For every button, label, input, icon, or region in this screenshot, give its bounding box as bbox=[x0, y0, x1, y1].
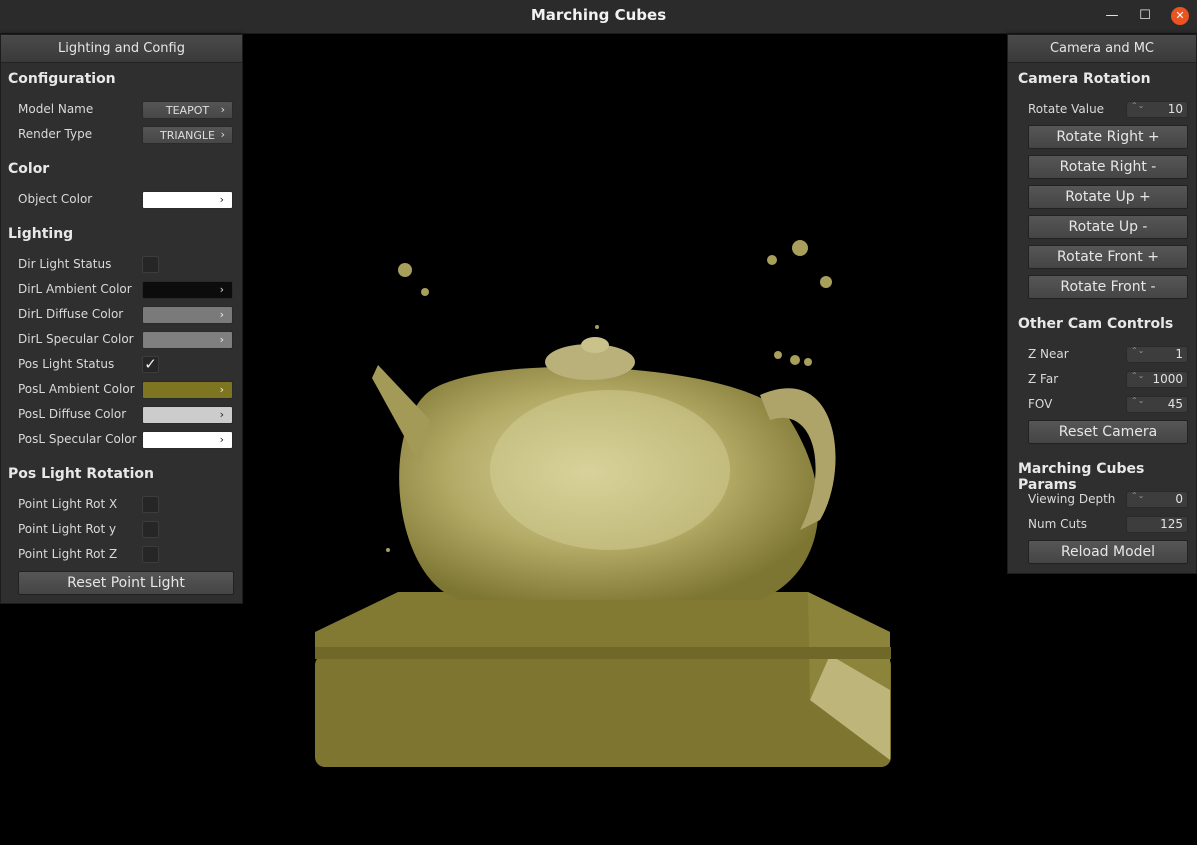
object-color-swatch[interactable]: › bbox=[142, 191, 233, 209]
rotate-front-plus-button[interactable]: Rotate Front + bbox=[1028, 245, 1188, 269]
model-name-label: Model Name bbox=[18, 102, 94, 116]
render-type-label: Render Type bbox=[18, 127, 93, 141]
reset-camera-button[interactable]: Reset Camera bbox=[1028, 420, 1188, 444]
dirl-diffuse-label: DirL Diffuse Color bbox=[18, 307, 124, 321]
spinner-arrows-icon[interactable]: ⌃⌄ bbox=[1131, 372, 1144, 380]
posl-ambient-label: PosL Ambient Color bbox=[18, 382, 135, 396]
posl-diffuse-swatch[interactable]: › bbox=[142, 406, 233, 424]
z-far-label: Z Far bbox=[1028, 372, 1059, 386]
spinner-arrows-icon[interactable]: ⌃⌄ bbox=[1131, 397, 1144, 405]
maximize-icon[interactable]: ☐ bbox=[1137, 8, 1153, 24]
panel-header[interactable]: Lighting and Config bbox=[1, 35, 242, 63]
teapot bbox=[372, 337, 836, 600]
dirl-specular-swatch[interactable]: › bbox=[142, 331, 233, 349]
dirl-ambient-label: DirL Ambient Color bbox=[18, 282, 132, 296]
viewing-depth-value: 0 bbox=[1175, 492, 1183, 506]
section-camera-rotation: Camera Rotation bbox=[1018, 71, 1151, 87]
viewing-depth-spinner[interactable]: ⌃⌄ 0 bbox=[1126, 491, 1188, 508]
fov-value: 45 bbox=[1167, 397, 1183, 411]
spinner-arrows-icon[interactable]: ⌃⌄ bbox=[1131, 347, 1144, 355]
chevron-right-icon: › bbox=[219, 308, 224, 321]
chevron-right-icon: › bbox=[220, 128, 225, 141]
num-cuts-label: Num Cuts bbox=[1028, 517, 1088, 531]
rot-x-checkbox[interactable] bbox=[142, 496, 159, 513]
z-near-label: Z Near bbox=[1028, 347, 1069, 361]
rotate-value: 10 bbox=[1167, 102, 1183, 116]
reload-model-button[interactable]: Reload Model bbox=[1028, 540, 1188, 564]
camera-mc-panel: Camera and MC Camera Rotation Rotate Val… bbox=[1007, 34, 1197, 574]
posl-specular-label: PosL Specular Color bbox=[18, 432, 137, 446]
panel-header[interactable]: Camera and MC bbox=[1008, 35, 1196, 63]
rot-x-label: Point Light Rot X bbox=[18, 497, 118, 511]
section-other-cam-controls: Other Cam Controls bbox=[1018, 316, 1174, 332]
rotate-right-plus-button[interactable]: Rotate Right + bbox=[1028, 125, 1188, 149]
render-type-dropdown[interactable]: TRIANGLE › bbox=[142, 126, 233, 144]
z-far-spinner[interactable]: ⌃⌄ 1000 bbox=[1126, 371, 1188, 388]
posl-specular-swatch[interactable]: › bbox=[142, 431, 233, 449]
spinner-arrows-icon[interactable]: ⌃⌄ bbox=[1131, 492, 1144, 500]
model-name-value: TEAPOT bbox=[165, 104, 210, 117]
render-type-value: TRIANGLE bbox=[160, 129, 215, 142]
viewing-depth-label: Viewing Depth bbox=[1028, 492, 1116, 506]
section-configuration: Configuration bbox=[8, 71, 116, 87]
rot-z-label: Point Light Rot Z bbox=[18, 547, 118, 561]
section-pos-light-rotation: Pos Light Rotation bbox=[8, 466, 154, 482]
num-cuts-value: 125 bbox=[1160, 517, 1183, 531]
rotate-value-label: Rotate Value bbox=[1028, 102, 1105, 116]
object-color-label: Object Color bbox=[18, 192, 93, 206]
chevron-right-icon: › bbox=[219, 333, 224, 346]
section-lighting: Lighting bbox=[8, 226, 74, 242]
rotate-right-minus-button[interactable]: Rotate Right - bbox=[1028, 155, 1188, 179]
close-icon[interactable]: ✕ bbox=[1171, 7, 1189, 25]
base-block bbox=[315, 592, 891, 767]
z-far-value: 1000 bbox=[1152, 372, 1183, 386]
minimize-icon[interactable]: — bbox=[1104, 8, 1120, 24]
rotate-value-spinner[interactable]: ⌃⌄ 10 bbox=[1126, 101, 1188, 118]
dirl-diffuse-swatch[interactable]: › bbox=[142, 306, 233, 324]
window-title: Marching Cubes bbox=[530, 6, 667, 24]
z-near-spinner[interactable]: ⌃⌄ 1 bbox=[1126, 346, 1188, 363]
spinner-arrows-icon[interactable]: ⌃⌄ bbox=[1131, 102, 1144, 110]
section-marching-cubes-params: Marching Cubes Params bbox=[1018, 461, 1145, 493]
section-color: Color bbox=[8, 161, 50, 177]
num-cuts-input[interactable]: 125 bbox=[1126, 516, 1188, 533]
rotate-up-plus-button[interactable]: Rotate Up + bbox=[1028, 185, 1188, 209]
chevron-right-icon: › bbox=[219, 408, 224, 421]
dir-light-status-checkbox[interactable] bbox=[142, 256, 159, 273]
dir-light-status-label: Dir Light Status bbox=[18, 257, 112, 271]
model-name-dropdown[interactable]: TEAPOT › bbox=[142, 101, 233, 119]
chevron-right-icon: › bbox=[220, 103, 225, 116]
chevron-right-icon: › bbox=[219, 283, 224, 296]
dirl-specular-label: DirL Specular Color bbox=[18, 332, 134, 346]
pos-light-status-label: Pos Light Status bbox=[18, 357, 115, 371]
fov-label: FOV bbox=[1028, 397, 1053, 411]
rotate-up-minus-button[interactable]: Rotate Up - bbox=[1028, 215, 1188, 239]
rot-z-checkbox[interactable] bbox=[142, 546, 159, 563]
posl-diffuse-label: PosL Diffuse Color bbox=[18, 407, 127, 421]
z-near-value: 1 bbox=[1175, 347, 1183, 361]
chevron-right-icon: › bbox=[219, 193, 224, 206]
rot-y-label: Point Light Rot y bbox=[18, 522, 117, 536]
chevron-right-icon: › bbox=[219, 433, 224, 446]
chevron-right-icon: › bbox=[219, 383, 224, 396]
rot-y-checkbox[interactable] bbox=[142, 521, 159, 538]
reset-point-light-button[interactable]: Reset Point Light bbox=[18, 571, 234, 595]
lighting-config-panel: Lighting and Config Configuration Model … bbox=[0, 34, 243, 604]
posl-ambient-swatch[interactable]: › bbox=[142, 381, 233, 399]
rotate-front-minus-button[interactable]: Rotate Front - bbox=[1028, 275, 1188, 299]
dirl-ambient-swatch[interactable]: › bbox=[142, 281, 233, 299]
checkmark-icon: ✓ bbox=[144, 355, 157, 373]
fov-spinner[interactable]: ⌃⌄ 45 bbox=[1126, 396, 1188, 413]
title-bar: Marching Cubes — ☐ ✕ bbox=[0, 0, 1197, 34]
pos-light-status-checkbox[interactable]: ✓ bbox=[142, 356, 159, 373]
